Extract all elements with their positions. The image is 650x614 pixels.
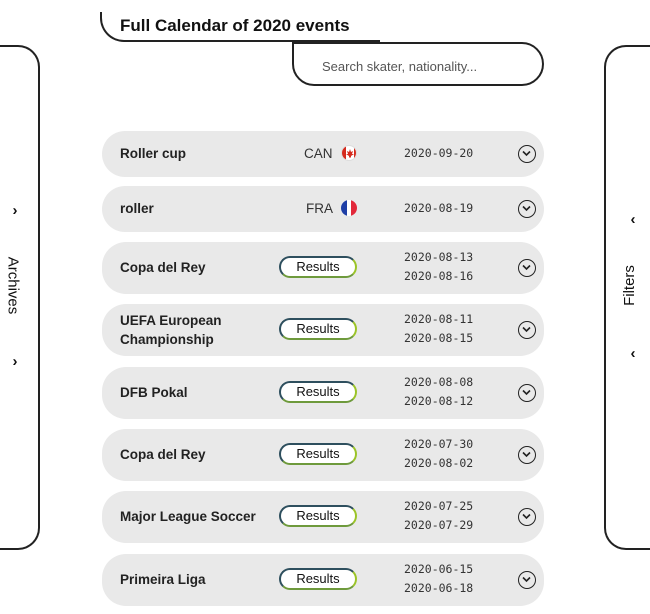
canada-flag-icon [341, 145, 357, 161]
event-row[interactable]: Roller cup CAN 2020-09-20 [102, 131, 544, 177]
chevron-down-icon[interactable] [518, 571, 536, 589]
event-dates: 2020-08-08 2020-08-12 [404, 373, 473, 411]
event-dates: 2020-07-25 2020-07-29 [404, 497, 473, 535]
chevron-down-icon[interactable] [518, 259, 536, 277]
event-date: 2020-08-16 [404, 269, 474, 283]
chevron-down-icon[interactable] [518, 446, 536, 464]
event-row[interactable]: DFB Pokal Results 2020-08-08 2020-08-12 [102, 367, 544, 419]
event-date: 2020-08-15 [404, 331, 474, 345]
event-row[interactable]: Primeira Liga Results 2020-06-15 2020-06… [102, 554, 544, 606]
event-dates: 2020-08-11 2020-08-15 [404, 310, 473, 348]
results-button[interactable]: Results [279, 505, 357, 527]
event-date: 2020-08-12 [404, 394, 474, 408]
chevron-down-icon[interactable] [518, 508, 536, 526]
event-name: Major League Soccer [120, 509, 256, 524]
event-name: Roller cup [120, 146, 187, 161]
event-country: FRA [306, 201, 333, 216]
chevron-left-icon[interactable]: ‹ [625, 346, 641, 362]
results-button[interactable]: Results [279, 568, 357, 590]
filters-label: Filters [620, 265, 638, 306]
event-date: 2020-08-13 [404, 250, 474, 264]
search-box[interactable] [292, 42, 544, 86]
search-input[interactable] [320, 55, 524, 77]
chevron-down-icon[interactable] [518, 200, 536, 218]
chevron-left-icon[interactable]: ‹ [625, 212, 641, 228]
event-name: DFB Pokal [120, 385, 188, 400]
event-dates: 2020-07-30 2020-08-02 [404, 435, 473, 473]
event-date: 2020-09-20 [404, 146, 474, 160]
results-button[interactable]: Results [279, 381, 357, 403]
archives-label: Archives [4, 256, 22, 315]
event-date: 2020-08-08 [404, 375, 474, 389]
event-name: Copa del Rey [120, 260, 206, 275]
event-date: 2020-07-30 [404, 437, 474, 451]
event-row[interactable]: Copa del Rey Results 2020-08-13 2020-08-… [102, 242, 544, 294]
chevron-down-icon[interactable] [518, 145, 536, 163]
event-date: 2020-08-11 [404, 312, 474, 326]
event-row[interactable]: Copa del Rey Results 2020-07-30 2020-08-… [102, 429, 544, 481]
chevron-right-icon[interactable]: › [7, 203, 23, 219]
event-date: 2020-08-02 [404, 456, 474, 470]
event-date: 2020-06-18 [404, 581, 474, 595]
results-button[interactable]: Results [279, 318, 357, 340]
event-date: 2020-07-29 [404, 518, 474, 532]
event-row[interactable]: UEFA European Championship Results 2020-… [102, 304, 544, 356]
event-date: 2020-07-25 [404, 499, 474, 513]
event-name: Primeira Liga [120, 572, 206, 587]
event-date: 2020-08-19 [404, 201, 474, 215]
event-country: CAN [304, 146, 333, 161]
event-name: UEFA European Championship [120, 313, 222, 347]
chevron-down-icon[interactable] [518, 384, 536, 402]
archives-panel[interactable]: › Archives › [0, 45, 40, 550]
event-row[interactable]: Major League Soccer Results 2020-07-25 2… [102, 491, 544, 543]
chevron-down-icon[interactable] [518, 321, 536, 339]
page-title: Full Calendar of 2020 events [120, 16, 350, 35]
event-dates: 2020-08-19 [404, 199, 473, 218]
event-row[interactable]: roller FRA 2020-08-19 [102, 186, 544, 232]
event-name: roller [120, 201, 154, 216]
france-flag-icon [341, 200, 357, 216]
event-name: Copa del Rey [120, 447, 206, 462]
chevron-right-icon[interactable]: › [7, 354, 23, 370]
event-date: 2020-06-15 [404, 562, 474, 576]
filters-panel[interactable]: ‹ Filters ‹ [604, 45, 650, 550]
event-dates: 2020-09-20 [404, 144, 473, 163]
event-dates: 2020-08-13 2020-08-16 [404, 248, 473, 286]
event-dates: 2020-06-15 2020-06-18 [404, 560, 473, 598]
results-button[interactable]: Results [279, 443, 357, 465]
results-button[interactable]: Results [279, 256, 357, 278]
